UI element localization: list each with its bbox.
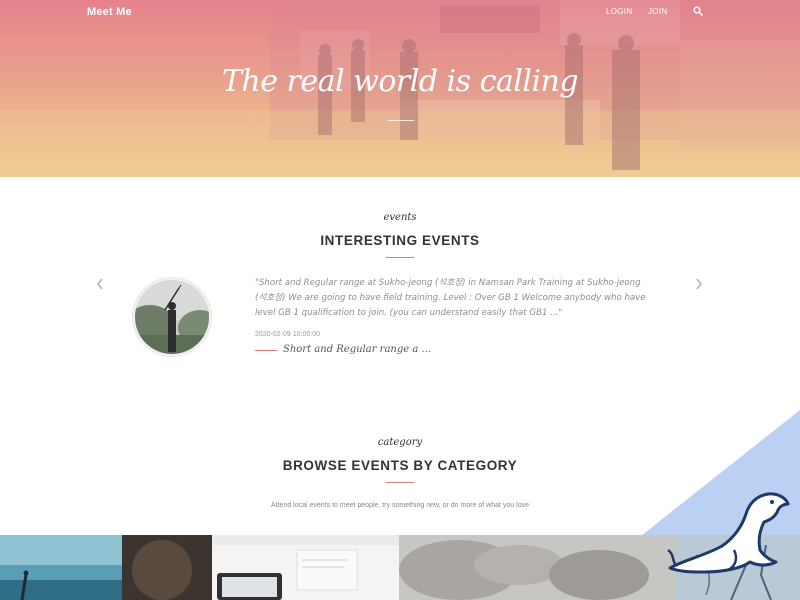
chevron-right-icon[interactable] bbox=[694, 277, 704, 291]
search-icon[interactable] bbox=[693, 6, 703, 16]
category-section-title: BROWSE EVENTS BY CATEGORY bbox=[282, 458, 518, 473]
join-link[interactable]: JOIN bbox=[648, 7, 667, 16]
top-navigation: Meet Me LOGIN JOIN bbox=[0, 0, 800, 26]
events-eyebrow: events bbox=[383, 212, 417, 223]
event-thumbnail[interactable] bbox=[133, 278, 211, 356]
brand-logo[interactable]: Meet Me bbox=[87, 6, 132, 18]
event-description: "Short and Regular range at Sukho-jeong … bbox=[255, 278, 646, 318]
events-section-title: INTERESTING EVENTS bbox=[320, 233, 480, 248]
archery-photo bbox=[135, 280, 209, 354]
hero-divider bbox=[388, 120, 414, 121]
event-name-divider bbox=[255, 350, 277, 351]
category-tile-tech[interactable] bbox=[122, 535, 399, 600]
category-tile-hands[interactable] bbox=[399, 535, 676, 600]
chevron-left-icon[interactable] bbox=[95, 277, 105, 291]
login-link[interactable]: LOGIN bbox=[606, 7, 632, 16]
hero-banner: Meet Me LOGIN JOIN The real world is cal… bbox=[0, 0, 800, 177]
hero-title: The real world is calling bbox=[221, 64, 579, 99]
category-eyebrow: category bbox=[377, 437, 423, 448]
events-title-divider bbox=[386, 257, 414, 258]
event-name-link[interactable]: Short and Regular range a ... bbox=[283, 344, 431, 355]
category-tile-outdoors[interactable] bbox=[0, 535, 122, 600]
category-title-divider bbox=[386, 482, 414, 483]
event-date: 2020-02-09 10:00:00 bbox=[255, 331, 320, 338]
seal-mascot-icon bbox=[667, 492, 790, 574]
